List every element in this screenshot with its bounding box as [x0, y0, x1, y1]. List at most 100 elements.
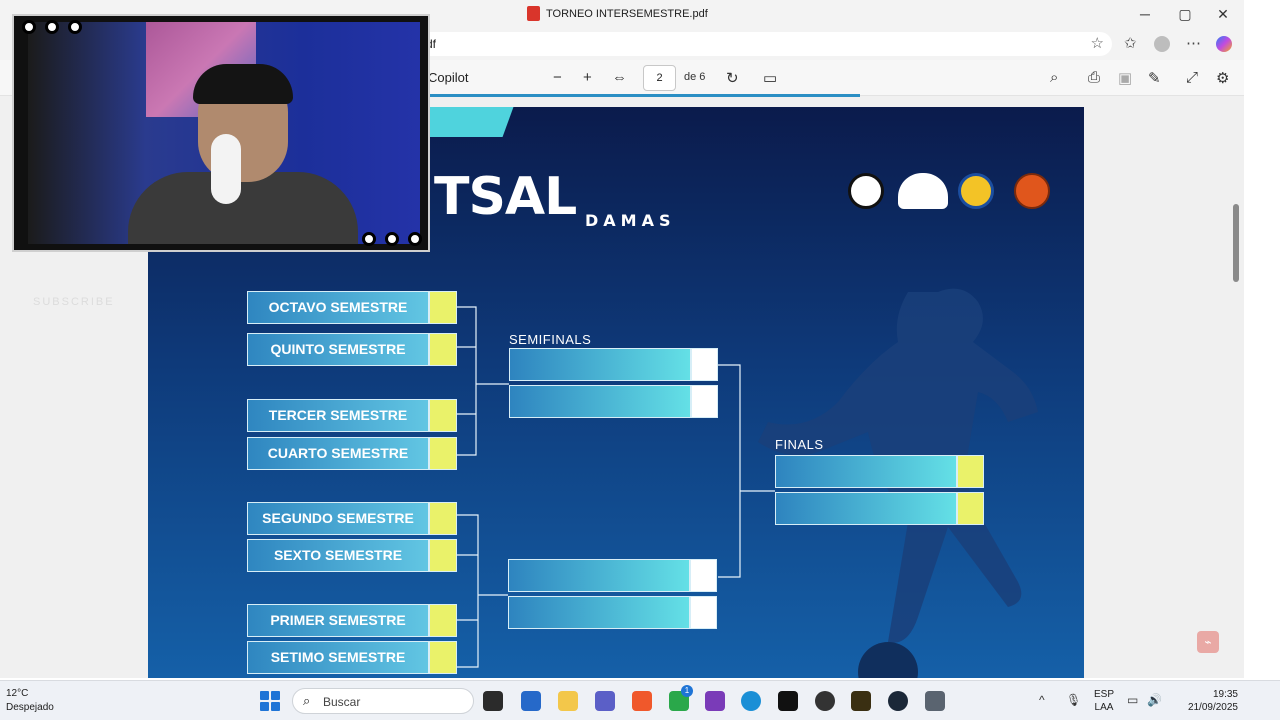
semifinal-slot[interactable] [509, 348, 718, 381]
team-name: TERCER SEMESTRE [247, 399, 429, 432]
screen: TORNEO INTERSEMESTRE.pdf ─ ▢ ✕ df ☆ ✩ ⋯ … [0, 0, 1280, 720]
brave-icon[interactable] [632, 691, 652, 711]
vertical-scrollbar[interactable] [1228, 96, 1244, 678]
subscribe-watermark: SUBSCRIBE [33, 296, 115, 308]
final-slot[interactable] [775, 492, 984, 525]
windows-logo-pane [271, 702, 280, 711]
search-icon[interactable]: ⌕ [1050, 69, 1058, 86]
fit-width-icon[interactable]: ⇔ [612, 69, 627, 86]
language-code: ESP [1094, 689, 1115, 700]
webcam-feed [28, 22, 420, 244]
semifinal-slot[interactable] [508, 559, 717, 592]
semifinal-slot[interactable] [508, 596, 717, 629]
minimize-button[interactable]: ─ [1130, 4, 1160, 24]
team-score-box[interactable] [429, 333, 457, 366]
language-indicator[interactable]: ESP LAA [1094, 688, 1114, 714]
save-icon[interactable]: ▣ [1118, 69, 1132, 87]
copilot-icon[interactable] [1216, 36, 1232, 52]
favorite-star-icon[interactable]: ☆ [1091, 34, 1104, 52]
copilot-button[interactable]: Copilot [428, 70, 468, 85]
slot-score-box[interactable] [957, 455, 984, 488]
frame-dot-icon [408, 232, 422, 246]
edge-icon[interactable] [741, 691, 761, 711]
team-score-box[interactable] [429, 539, 457, 572]
frame-dot-icon [362, 232, 376, 246]
slot-score-box[interactable] [690, 596, 717, 629]
favorites-icon[interactable]: ✩ [1124, 34, 1137, 52]
print-icon[interactable]: ⎙ [1088, 69, 1100, 86]
finals-label: FINALS [775, 437, 824, 452]
teams-icon[interactable] [595, 691, 615, 711]
team-name: SETIMO SEMESTRE [247, 641, 429, 674]
app-icon[interactable] [705, 691, 725, 711]
chevron-up-icon[interactable]: ^ [1039, 693, 1045, 707]
weather-description[interactable]: Despejado [6, 702, 54, 713]
team-score-box[interactable] [429, 502, 457, 535]
semifinal-slot[interactable] [509, 385, 718, 418]
volume-icon[interactable]: 🔊 [1147, 693, 1162, 707]
team-score-box[interactable] [429, 604, 457, 637]
team-name: SEXTO SEMESTRE [247, 539, 429, 572]
zoom-out-button[interactable]: − [553, 69, 562, 86]
game-app-icon[interactable] [851, 691, 871, 711]
microphone-icon[interactable]: 🎙 [1066, 693, 1081, 707]
steam-icon[interactable] [888, 691, 908, 711]
team-score-box[interactable] [429, 291, 457, 324]
page-number-input[interactable]: 2 [643, 65, 676, 91]
weather-temperature[interactable]: 12°C [6, 688, 28, 699]
microphone [211, 134, 241, 204]
team-slot[interactable]: SEXTO SEMESTRE [247, 539, 457, 572]
person-hair [193, 64, 293, 104]
fullscreen-icon[interactable]: ⤢ [1186, 69, 1198, 86]
team-slot[interactable]: SEGUNDO SEMESTRE [247, 502, 457, 535]
team-slot[interactable]: SETIMO SEMESTRE [247, 641, 457, 674]
camera-icon[interactable] [925, 691, 945, 711]
save-as-icon[interactable]: ✎ [1148, 69, 1161, 87]
team-slot[interactable]: PRIMER SEMESTRE [247, 604, 457, 637]
acrobat-icon[interactable]: ⌁ [1197, 631, 1219, 653]
frame-dot-icon [385, 232, 399, 246]
frame-dot-icon [45, 20, 59, 34]
team-score-box[interactable] [429, 641, 457, 674]
slot-name-bar [509, 348, 691, 381]
maximize-button[interactable]: ▢ [1170, 4, 1200, 24]
team-score-box[interactable] [429, 399, 457, 432]
final-slot[interactable] [775, 455, 984, 488]
semifinals-label: SEMIFINALS [509, 332, 592, 347]
team-slot[interactable]: QUINTO SEMESTRE [247, 333, 457, 366]
store-icon[interactable] [521, 691, 541, 711]
page-view-icon[interactable]: ▭ [763, 69, 777, 87]
team-name: OCTAVO SEMESTRE [247, 291, 429, 324]
obs-icon[interactable] [815, 691, 835, 711]
address-bar[interactable]: df ☆ [410, 32, 1112, 56]
slot-score-box[interactable] [691, 385, 718, 418]
xbox-icon[interactable]: 1 [669, 685, 693, 711]
task-view-icon[interactable] [483, 691, 503, 711]
start-button[interactable] [260, 691, 280, 711]
slot-score-box[interactable] [957, 492, 984, 525]
team-slot[interactable]: TERCER SEMESTRE [247, 399, 457, 432]
webcam-overlay [12, 14, 430, 252]
search-placeholder: Buscar [323, 695, 361, 709]
taskbar-search[interactable]: ⌕ Buscar [292, 688, 474, 714]
team-slot[interactable]: OCTAVO SEMESTRE [247, 291, 457, 324]
profile-avatar-icon[interactable] [1154, 36, 1170, 52]
team-score-box[interactable] [429, 437, 457, 470]
search-icon: ⌕ [303, 693, 311, 708]
settings-gear-icon[interactable]: ⚙ [1216, 69, 1229, 87]
scrollbar-thumb[interactable] [1233, 204, 1239, 282]
system-clock[interactable]: 19:35 21/09/2025 [1168, 688, 1238, 714]
windows-logo-pane [260, 702, 269, 711]
document-title-text: TORNEO INTERSEMESTRE.pdf [546, 7, 708, 20]
network-icon[interactable]: ▭ [1127, 693, 1138, 707]
team-slot[interactable]: CUARTO SEMESTRE [247, 437, 457, 470]
pdf-file-icon [527, 6, 540, 21]
close-button[interactable]: ✕ [1208, 4, 1238, 24]
rotate-icon[interactable]: ↻ [726, 69, 739, 87]
file-explorer-icon[interactable] [558, 691, 578, 711]
more-menu-icon[interactable]: ⋯ [1186, 34, 1201, 52]
slot-score-box[interactable] [690, 559, 717, 592]
zoom-in-button[interactable]: + [583, 69, 592, 86]
slot-score-box[interactable] [691, 348, 718, 381]
audio-app-icon[interactable] [778, 691, 798, 711]
